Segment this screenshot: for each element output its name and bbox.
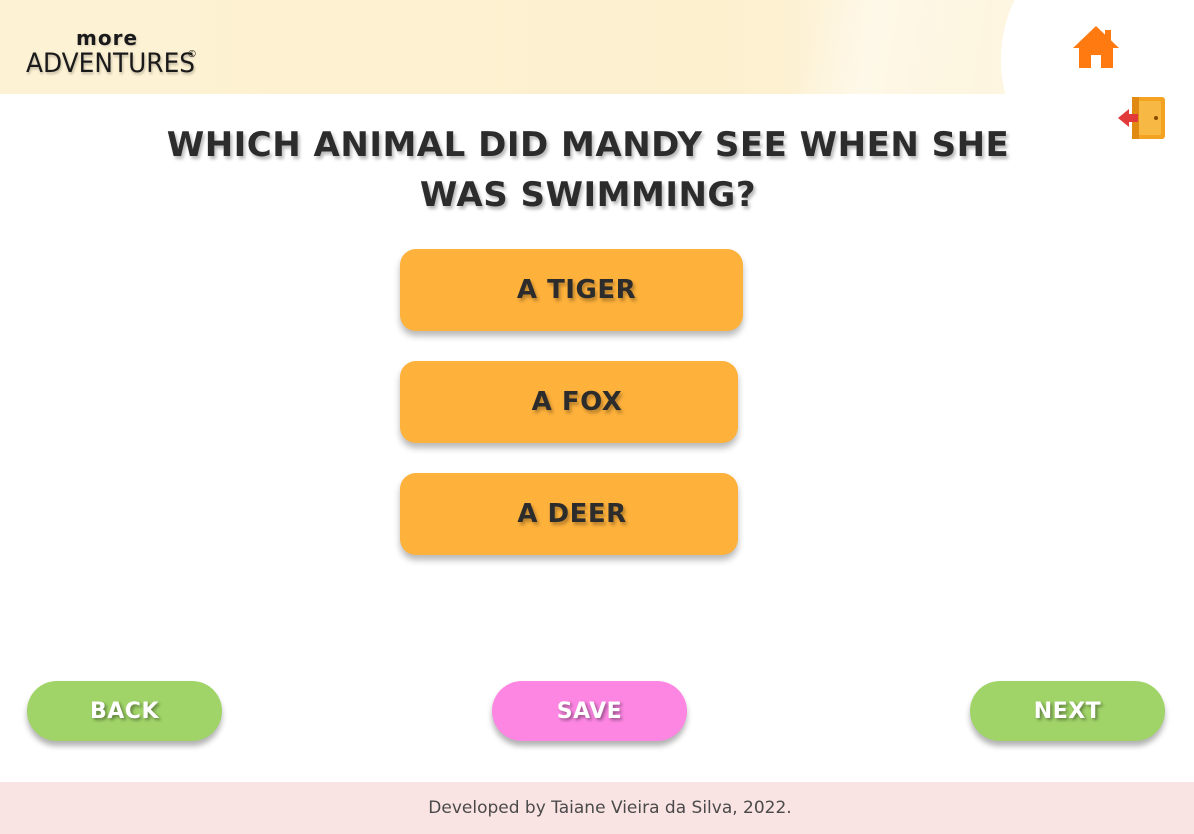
exit-door-icon — [1118, 97, 1165, 139]
logo-main-text: ADVENTURES — [26, 48, 196, 79]
next-button[interactable]: NEXT — [970, 681, 1165, 741]
save-button[interactable]: SAVE — [492, 681, 687, 741]
answer-option-label: A FOX — [531, 387, 623, 417]
answer-option-1[interactable]: A TIGER — [400, 249, 743, 331]
home-button[interactable] — [1071, 24, 1121, 70]
question-text: WHICH ANIMAL DID MANDY SEE WHEN SHE WAS … — [166, 125, 1010, 215]
answer-option-label: A DEER — [517, 499, 627, 529]
answer-option-label: A TIGER — [516, 275, 637, 305]
footer-credit: Developed by Taiane Vieira da Silva, 202… — [428, 798, 792, 818]
app-logo: more ADVENTURES © — [26, 26, 206, 86]
back-button-label: BACK — [90, 698, 159, 724]
quiz-page: more ADVENTURES © WHICH ANIMAL DID MANDY… — [0, 0, 1194, 834]
logo-top-text: more — [76, 26, 139, 50]
next-button-label: NEXT — [1033, 698, 1102, 724]
answer-option-2[interactable]: A FOX — [400, 361, 738, 443]
answer-option-3[interactable]: A DEER — [400, 473, 738, 555]
home-icon — [1073, 26, 1119, 68]
back-button[interactable]: BACK — [27, 681, 222, 741]
save-button-label: SAVE — [556, 698, 623, 724]
exit-button[interactable] — [1116, 94, 1168, 142]
logo-copyright-mark: © — [187, 49, 197, 60]
footer: Developed by Taiane Vieira da Silva, 202… — [0, 782, 1194, 834]
